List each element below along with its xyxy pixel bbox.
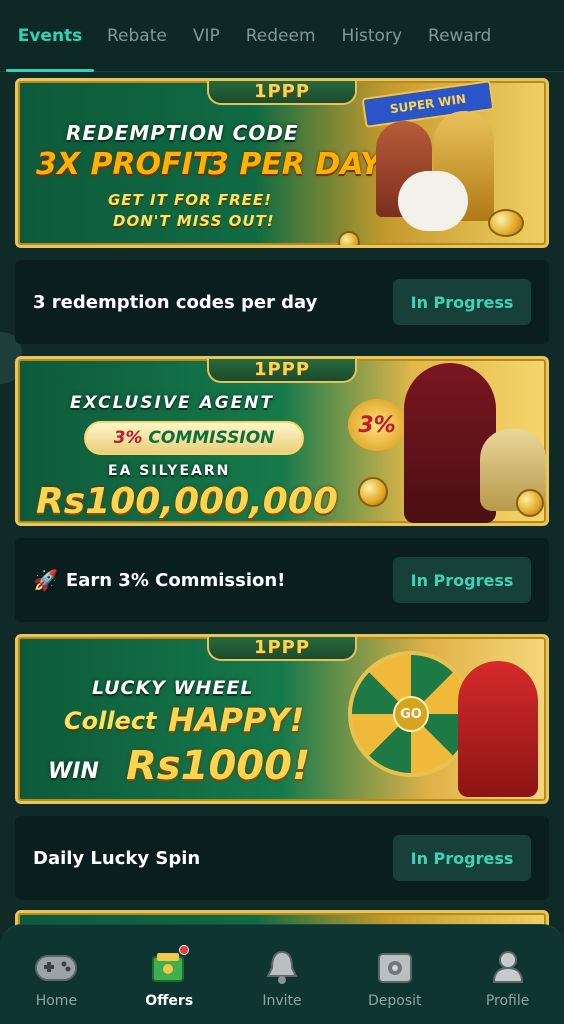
tab-events[interactable]: Events <box>6 0 94 72</box>
event-banner[interactable]: 1PPP EXCLUSIVE AGENT 3% COMMISSION EA SI… <box>15 356 549 526</box>
tab-vip[interactable]: VIP <box>180 0 233 72</box>
tab-reward[interactable]: Reward <box>415 0 504 72</box>
nav-profile-label: Profile <box>485 992 530 1009</box>
nav-home-label: Home <box>35 992 78 1009</box>
event-title: Daily Lucky Spin <box>33 848 200 869</box>
event-title-text: Daily Lucky Spin <box>33 847 201 869</box>
tab-history[interactable]: History <box>329 0 415 72</box>
banner-subtext-1: GET IT FOR FREE! <box>108 191 272 209</box>
nav-invite-label: Invite <box>262 992 302 1009</box>
lucky-wheel-image: GO <box>348 651 474 777</box>
percent-coin-image: 3% <box>348 399 406 451</box>
commission-pill: 3% COMMISSION <box>84 421 304 455</box>
event-banner[interactable]: 1PPP LUCKY WHEEL Collect HAPPY! WIN Rs10… <box>15 634 549 804</box>
banner-subtext: EA SILYEARN <box>108 463 231 479</box>
coin-icon <box>516 489 544 517</box>
bell-icon <box>260 947 304 987</box>
banner-per-day-text: 3 PER DAY <box>208 147 382 182</box>
brand-logo: 1PPP <box>207 81 357 105</box>
top-tabs: Events Rebate VIP Redeem History Reward <box>0 0 564 72</box>
event-title: 🚀 Earn 3% Commission! <box>33 568 285 592</box>
events-list[interactable]: 1PPP REDEMPTION CODE 3X PROFIT 3 PER DAY… <box>0 72 564 1024</box>
safe-icon <box>373 947 417 987</box>
nav-offers[interactable]: Offers <box>119 944 219 1009</box>
jester-character-image <box>458 661 538 797</box>
coin-stack-icon <box>488 209 524 237</box>
event-title: 3 redemption codes per day <box>33 292 317 313</box>
banner-headline: LUCKY WHEEL <box>92 677 254 699</box>
nav-home[interactable]: Home <box>6 947 106 1009</box>
bottom-navigation: Home Offers Invite Deposit Profile <box>0 924 564 1024</box>
wheel-center-button: GO <box>393 696 429 732</box>
event-banner[interactable]: 1PPP REDEMPTION CODE 3X PROFIT 3 PER DAY… <box>15 78 549 248</box>
nav-deposit[interactable]: Deposit <box>345 947 445 1009</box>
banner-profit-text: 3X PROFIT <box>36 147 214 182</box>
nav-offers-label: Offers <box>145 992 194 1009</box>
tab-rebate[interactable]: Rebate <box>94 0 180 72</box>
in-progress-button[interactable]: In Progress <box>393 279 531 325</box>
banner-amount: Rs1000! <box>126 743 311 789</box>
gamepad-icon <box>34 947 78 987</box>
event-card: Daily Lucky Spin In Progress <box>15 816 549 900</box>
brand-logo: 1PPP <box>207 637 357 661</box>
tab-redeem[interactable]: Redeem <box>233 0 329 72</box>
nav-profile[interactable]: Profile <box>458 947 558 1009</box>
offers-icon <box>147 944 191 987</box>
nav-invite[interactable]: Invite <box>232 947 332 1009</box>
banner-headline: EXCLUSIVE AGENT <box>70 393 275 413</box>
banner-subtext-2: DON'T MISS OUT! <box>113 212 275 230</box>
event-agent-commission: 1PPP EXCLUSIVE AGENT 3% COMMISSION EA SI… <box>15 356 549 622</box>
commission-percent: 3% <box>113 428 143 448</box>
notification-dot <box>179 944 190 955</box>
event-card: 🚀 Earn 3% Commission! In Progress <box>15 538 549 622</box>
nav-deposit-label: Deposit <box>368 992 422 1009</box>
coin-icon <box>358 477 388 507</box>
event-card: 3 redemption codes per day In Progress <box>15 260 549 344</box>
banner-amount: Rs100,000,000 <box>36 481 338 522</box>
banner-headline: REDEMPTION CODE <box>66 121 299 145</box>
brand-logo: 1PPP <box>207 359 357 383</box>
event-lucky-wheel: 1PPP LUCKY WHEEL Collect HAPPY! WIN Rs10… <box>15 634 549 900</box>
in-progress-button[interactable]: In Progress <box>393 835 531 881</box>
rabbit-character-image <box>398 171 468 231</box>
event-title-text: Earn 3% Commission! <box>65 569 286 591</box>
rocket-icon: 🚀 <box>33 568 58 592</box>
commission-label: COMMISSION <box>148 428 275 448</box>
banner-happy-text: HAPPY! <box>168 701 305 739</box>
event-title-text: 3 redemption codes per day <box>33 291 318 313</box>
profile-icon <box>486 947 530 987</box>
coin-icon <box>338 231 360 245</box>
in-progress-button[interactable]: In Progress <box>393 557 531 603</box>
event-redemption-code: 1PPP REDEMPTION CODE 3X PROFIT 3 PER DAY… <box>15 78 549 344</box>
banner-collect-text: Collect <box>64 707 157 735</box>
banner-win-text: WIN <box>48 759 99 784</box>
